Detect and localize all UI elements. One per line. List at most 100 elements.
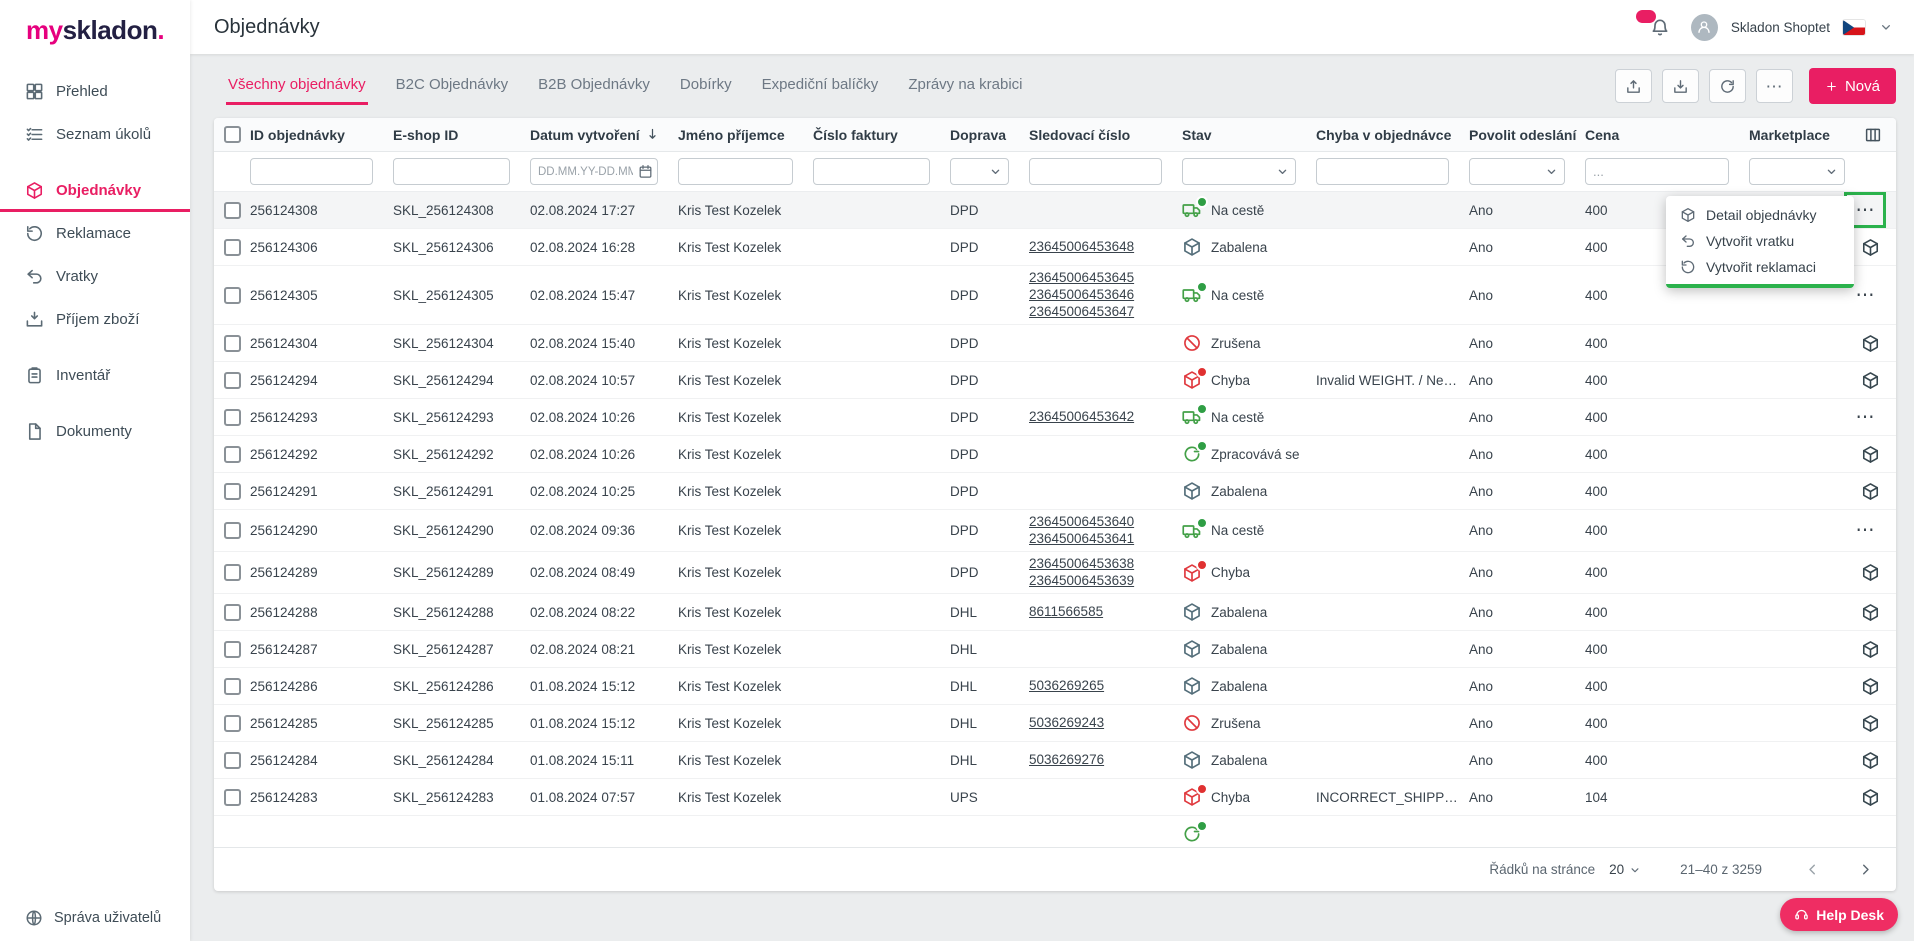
filter-error[interactable] xyxy=(1316,158,1449,185)
table-row[interactable]: 256124293 SKL_256124293 02.08.2024 10:26 Kr… xyxy=(214,399,1896,436)
column-header[interactable]: Číslo faktury xyxy=(813,127,950,143)
export-button[interactable] xyxy=(1614,69,1652,103)
table-row[interactable]: 256124306 SKL_256124306 02.08.2024 16:28 Kr… xyxy=(214,229,1896,266)
table-row[interactable]: 256124294 SKL_256124294 02.08.2024 10:57 Kr… xyxy=(214,362,1896,399)
sidebar-item-reklamace[interactable]: Reklamace xyxy=(0,212,190,255)
marketplace-icon[interactable] xyxy=(1861,640,1880,659)
sidebar-item-prijem-zbozi[interactable]: Příjem zboží xyxy=(0,298,190,341)
filter-allow-select[interactable] xyxy=(1469,158,1565,185)
tab-5[interactable]: Expediční balíčky xyxy=(760,67,881,105)
import-button[interactable] xyxy=(1661,69,1699,103)
column-header[interactable]: Datum vytvoření xyxy=(530,127,678,143)
app-logo[interactable]: myskladon. xyxy=(0,0,190,70)
marketplace-icon[interactable] xyxy=(1861,603,1880,622)
sort-desc-icon[interactable] xyxy=(645,127,660,142)
sidebar-item-objednavky[interactable]: Objednávky xyxy=(0,169,190,212)
sidebar-item-inventar[interactable]: Inventář xyxy=(0,354,190,397)
row-actions-button[interactable]: ⋯ xyxy=(1850,405,1880,429)
marketplace-icon[interactable] xyxy=(1861,238,1880,257)
row-checkbox[interactable] xyxy=(223,201,241,219)
row-actions-button[interactable]: ⋯ xyxy=(1850,283,1880,307)
column-header[interactable]: Jméno příjemce xyxy=(678,127,813,143)
tab-2[interactable]: B2C Objednávky xyxy=(394,67,511,105)
row-checkbox[interactable] xyxy=(223,445,241,463)
tracking-link[interactable]: 5036269265 xyxy=(1029,678,1174,694)
row-checkbox[interactable] xyxy=(223,564,241,581)
marketplace-icon[interactable] xyxy=(1861,677,1880,696)
row-checkbox[interactable] xyxy=(223,751,241,769)
table-row[interactable]: 256124287 SKL_256124287 02.08.2024 08:21 Kr… xyxy=(214,631,1896,668)
marketplace-icon[interactable] xyxy=(1861,788,1880,807)
table-row[interactable]: 256124285 SKL_256124285 01.08.2024 15:12 Kr… xyxy=(214,705,1896,742)
tracking-link[interactable]: 23645006453646 xyxy=(1029,287,1174,303)
column-header[interactable]: Sledovací číslo xyxy=(1029,127,1182,143)
table-row[interactable]: 256124308 SKL_256124308 02.08.2024 17:27 Kr… xyxy=(214,192,1896,229)
new-order-button[interactable]: Nová xyxy=(1808,68,1896,104)
table-row[interactable]: 256124305 SKL_256124305 02.08.2024 15:47 Kr… xyxy=(214,266,1896,325)
calendar-icon[interactable] xyxy=(638,164,653,179)
row-checkbox[interactable] xyxy=(223,788,241,806)
sidebar-item-sprava-uzivatelu[interactable]: Správa uživatelů xyxy=(25,909,161,927)
sidebar-item-prehled[interactable]: Přehled xyxy=(0,70,190,113)
column-header[interactable]: Cena xyxy=(1585,127,1749,143)
marketplace-icon[interactable] xyxy=(1861,445,1880,464)
marketplace-icon[interactable] xyxy=(1861,334,1880,353)
sidebar-item-vratky[interactable]: Vratky xyxy=(0,255,190,298)
row-checkbox[interactable] xyxy=(223,640,241,658)
table-row[interactable]: 256124289 SKL_256124289 02.08.2024 08:49 Kr… xyxy=(214,552,1896,594)
table-row[interactable] xyxy=(214,816,1896,847)
column-header[interactable]: Marketplace xyxy=(1749,126,1896,144)
tracking-link[interactable]: 8611566585 xyxy=(1029,604,1174,620)
tab-4[interactable]: Dobírky xyxy=(678,67,734,105)
marketplace-icon[interactable] xyxy=(1861,714,1880,733)
tracking-link[interactable]: 23645006453648 xyxy=(1029,239,1174,255)
filter-carrier-select[interactable] xyxy=(950,158,1009,185)
tracking-link[interactable]: 5036269276 xyxy=(1029,752,1174,768)
tab-6[interactable]: Zprávy na krabici xyxy=(906,67,1024,105)
avatar[interactable] xyxy=(1690,13,1718,41)
column-header[interactable]: Stav xyxy=(1182,127,1316,143)
menu-item-detail-objednavky[interactable]: Detail objednávky xyxy=(1666,202,1854,228)
marketplace-icon[interactable] xyxy=(1861,371,1880,390)
filter-eshop-id[interactable] xyxy=(393,158,510,185)
table-row[interactable]: 256124290 SKL_256124290 02.08.2024 09:36 Kr… xyxy=(214,510,1896,552)
table-row[interactable]: 256124283 SKL_256124283 01.08.2024 07:57 Kr… xyxy=(214,779,1896,816)
row-checkbox[interactable] xyxy=(223,334,241,352)
column-settings-icon[interactable] xyxy=(1864,126,1882,144)
row-actions-button[interactable]: ⋯ xyxy=(1850,519,1880,543)
table-row[interactable]: 256124284 SKL_256124284 01.08.2024 15:11 Kr… xyxy=(214,742,1896,779)
tracking-link[interactable]: 23645006453640 xyxy=(1029,514,1174,530)
chevron-down-icon[interactable] xyxy=(1878,19,1894,35)
czech-flag-icon[interactable] xyxy=(1843,19,1865,35)
table-row[interactable]: 256124288 SKL_256124288 02.08.2024 08:22 Kr… xyxy=(214,594,1896,631)
select-all-checkbox[interactable] xyxy=(223,126,241,143)
column-header[interactable]: ID objednávky xyxy=(250,127,393,143)
row-checkbox[interactable] xyxy=(223,286,241,304)
prev-page-button[interactable] xyxy=(1804,861,1821,878)
filter-marketplace-select[interactable] xyxy=(1749,158,1845,185)
menu-item-vytvorit-reklamaci[interactable]: Vytvořit reklamaci xyxy=(1666,254,1854,280)
row-checkbox[interactable] xyxy=(223,522,241,539)
tracking-link[interactable]: 23645006453639 xyxy=(1029,573,1174,589)
marketplace-icon[interactable] xyxy=(1861,563,1880,582)
table-row[interactable]: 256124291 SKL_256124291 02.08.2024 10:25 Kr… xyxy=(214,473,1896,510)
column-header[interactable]: E-shop ID xyxy=(393,127,530,143)
tracking-link[interactable]: 23645006453638 xyxy=(1029,556,1174,572)
next-page-button[interactable] xyxy=(1857,861,1874,878)
sidebar-item-dokumenty[interactable]: Dokumenty xyxy=(0,410,190,453)
tracking-link[interactable]: 23645006453641 xyxy=(1029,531,1174,547)
refresh-button[interactable] xyxy=(1708,69,1746,103)
tracking-link[interactable]: 23645006453645 xyxy=(1029,270,1174,286)
row-checkbox[interactable] xyxy=(223,714,241,732)
more-actions-button[interactable]: ⋯ xyxy=(1755,69,1793,103)
row-checkbox[interactable] xyxy=(223,408,241,426)
tracking-link[interactable]: 5036269243 xyxy=(1029,715,1174,731)
sidebar-item-seznam-ukolu[interactable]: Seznam úkolů xyxy=(0,113,190,156)
row-checkbox[interactable] xyxy=(223,603,241,621)
row-checkbox[interactable] xyxy=(223,482,241,500)
row-checkbox[interactable] xyxy=(223,371,241,389)
tracking-link[interactable]: 23645006453642 xyxy=(1029,409,1174,425)
help-desk-button[interactable]: Help Desk xyxy=(1780,898,1898,931)
table-row[interactable]: 256124286 SKL_256124286 01.08.2024 15:12 Kr… xyxy=(214,668,1896,705)
marketplace-icon[interactable] xyxy=(1861,751,1880,770)
